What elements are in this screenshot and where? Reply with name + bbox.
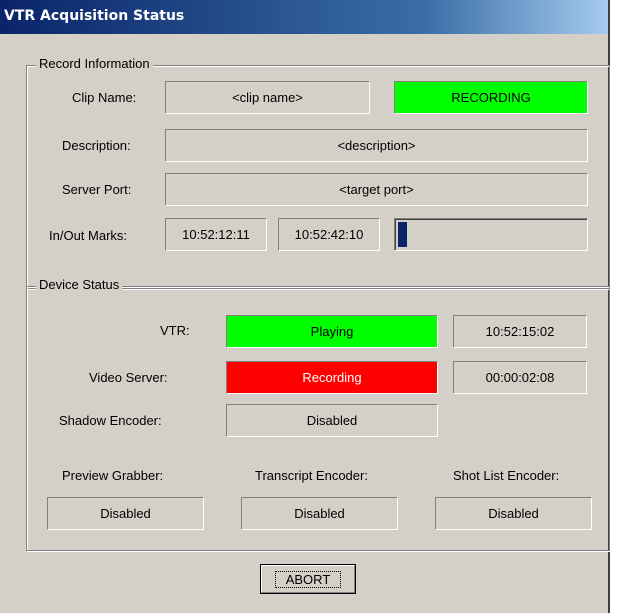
shadow-encoder-status: Disabled — [226, 404, 438, 437]
shadow-encoder-label: Shadow Encoder: — [59, 413, 162, 428]
out-mark-field: 10:52:42:10 — [278, 218, 380, 251]
abort-button-label: ABORT — [274, 570, 342, 588]
device-status-label: Device Status — [36, 277, 123, 292]
clip-name-field: <clip name> — [165, 81, 370, 114]
in-mark-field: 10:52:12:11 — [165, 218, 267, 251]
record-progress-bar — [394, 218, 588, 251]
recording-status-indicator: RECORDING — [394, 81, 588, 114]
transcript-encoder-label: Transcript Encoder: — [255, 468, 368, 483]
description-field: <description> — [165, 129, 588, 162]
title-bar[interactable]: VTR Acquisition Status — [0, 0, 608, 34]
shot-list-encoder-status: Disabled — [435, 497, 592, 530]
transcript-encoder-status: Disabled — [241, 497, 398, 530]
preview-grabber-label: Preview Grabber: — [62, 468, 164, 483]
record-information-label: Record Information — [36, 56, 153, 71]
shot-list-encoder-label: Shot List Encoder: — [453, 468, 560, 483]
vtr-timecode-field: 10:52:15:02 — [453, 315, 587, 348]
window-title: VTR Acquisition Status — [4, 8, 185, 24]
description-label: Description: — [62, 138, 131, 153]
in-out-marks-label: In/Out Marks: — [49, 228, 128, 243]
video-server-status-indicator: Recording — [226, 361, 438, 394]
clip-name-label: Clip Name: — [72, 90, 137, 105]
abort-button[interactable]: ABORT — [260, 564, 356, 594]
vtr-acquisition-window: VTR Acquisition Status Record Informatio… — [0, 0, 610, 613]
record-progress-fill — [398, 222, 408, 247]
server-port-label: Server Port: — [62, 182, 132, 197]
vtr-status-indicator: Playing — [226, 315, 438, 348]
server-port-field: <target port> — [165, 173, 588, 206]
video-server-timecode-field: 00:00:02:08 — [453, 361, 587, 394]
vtr-label: VTR: — [160, 323, 190, 338]
abort-button-face: ABORT — [261, 565, 355, 593]
video-server-label: Video Server: — [89, 370, 168, 385]
preview-grabber-status: Disabled — [47, 497, 204, 530]
